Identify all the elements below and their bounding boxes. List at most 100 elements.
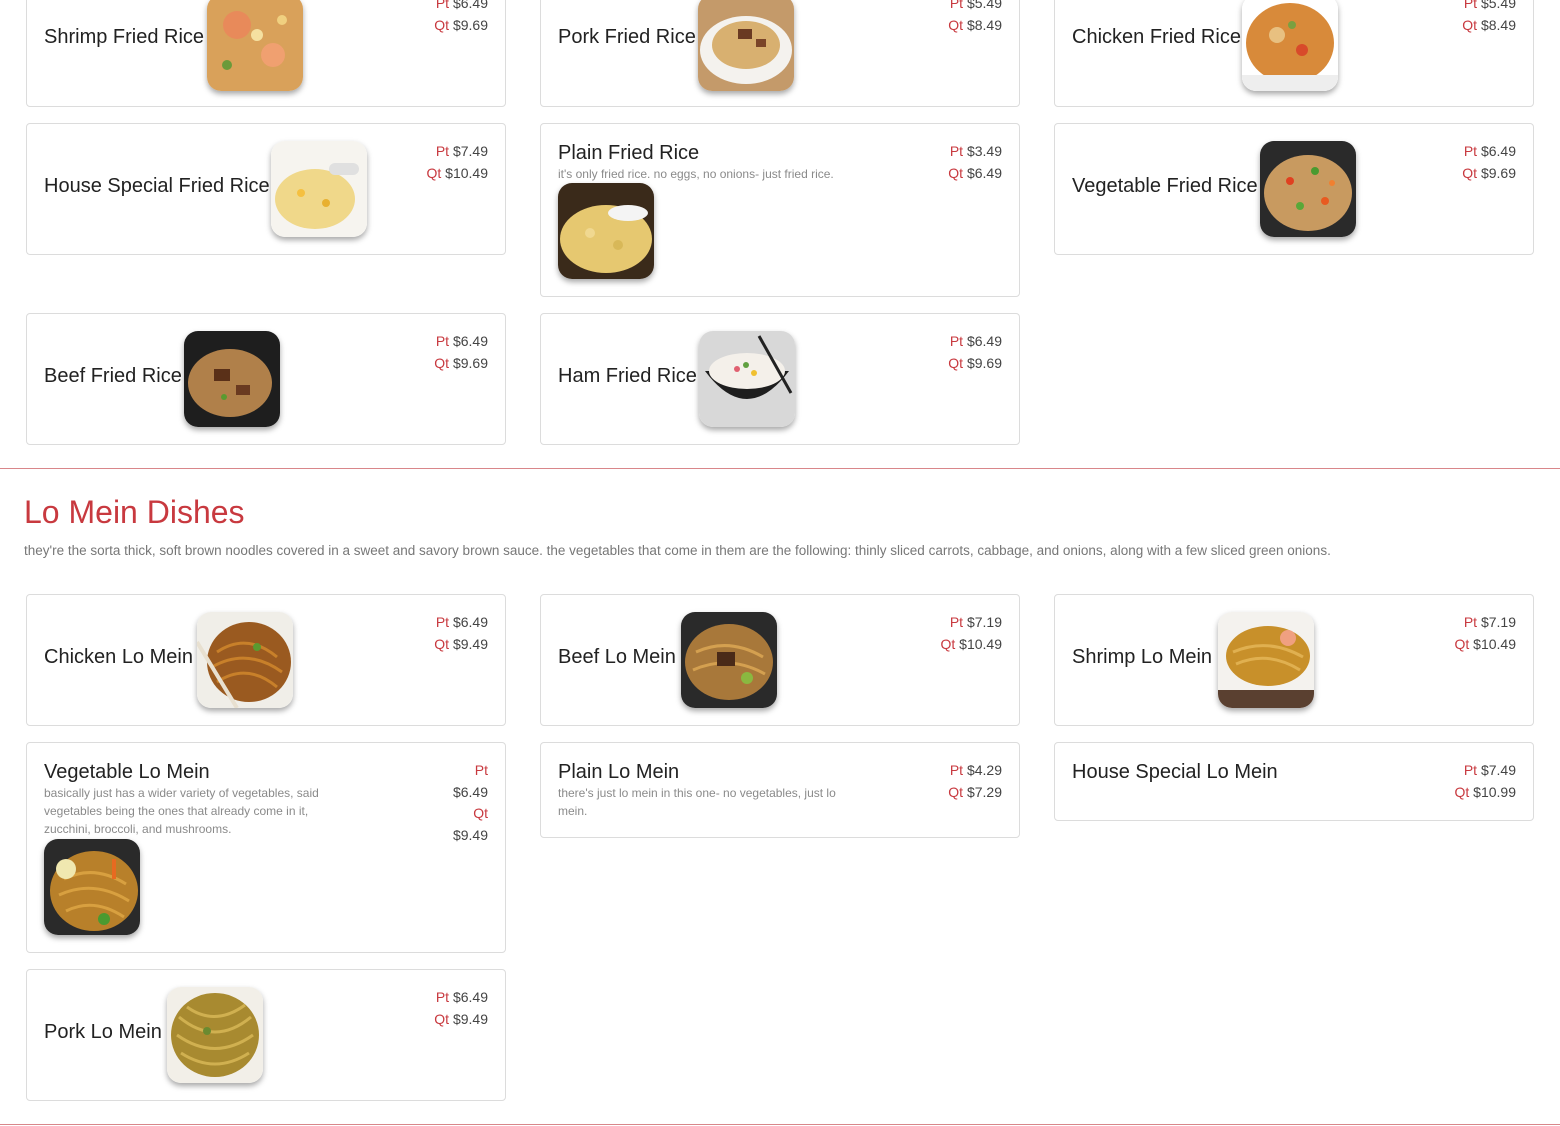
food-photo bbox=[184, 331, 280, 427]
quart-label: Qt bbox=[1454, 635, 1470, 652]
pint-label: Pt bbox=[1463, 0, 1478, 11]
menu-item-card[interactable]: Vegetable Lo Mein basically just has a w… bbox=[26, 742, 506, 953]
pint-price: $6.49 bbox=[452, 614, 488, 630]
item-name: Plain Fried Rice bbox=[558, 142, 700, 164]
quart-label: Qt bbox=[426, 164, 442, 181]
item-name: Ham Fried Rice bbox=[558, 365, 697, 387]
item-name: Pork Lo Mein bbox=[44, 1021, 162, 1043]
quart-label: Qt bbox=[1454, 783, 1470, 800]
menu-item-card[interactable]: House Special Lo Mein Pt $7.49 Qt $10.99 bbox=[1054, 742, 1534, 821]
menu-item-card[interactable]: Beef Fried Rice Pt $6.49 Qt $9.69 bbox=[26, 313, 506, 445]
pint-price: $6.49 bbox=[452, 0, 488, 11]
pint-label: Pt bbox=[949, 0, 964, 11]
item-description: there's just lo mein in this one- no veg… bbox=[558, 786, 836, 818]
quart-label: Qt bbox=[948, 16, 964, 33]
price-list: Pt $6.49 Qt $9.69 bbox=[434, 0, 488, 36]
price-list: Pt $7.49 Qt $10.99 bbox=[1455, 760, 1517, 803]
pint-label: Pt bbox=[435, 614, 450, 630]
quart-price: $8.49 bbox=[1480, 16, 1516, 33]
food-photo bbox=[681, 612, 777, 708]
pint-price: $5.49 bbox=[1480, 0, 1516, 11]
menu-item-card[interactable]: Shrimp Lo Mein Pt $7.19 Qt $10.49 bbox=[1054, 594, 1534, 726]
pint-price: $7.19 bbox=[1480, 614, 1516, 630]
section-title: Lo Mein Dishes bbox=[24, 494, 245, 530]
menu-item-card[interactable]: House Special Fried Rice Pt $7.49 Qt $10… bbox=[26, 123, 506, 255]
menu-item-card[interactable]: Pork Lo Mein Pt $6.49 Qt $9.49 bbox=[26, 969, 506, 1101]
quart-price: $10.49 bbox=[445, 164, 488, 181]
item-name: House Special Fried Rice bbox=[44, 175, 270, 197]
menu-item-card[interactable]: Vegetable Fried Rice Pt $6.49 Qt $9.69 bbox=[1054, 123, 1534, 255]
food-photo bbox=[558, 183, 654, 279]
quart-label: Qt bbox=[434, 635, 450, 652]
price-list: Pt $3.49 Qt $6.49 bbox=[948, 141, 1002, 184]
menu-item-card[interactable]: Ham Fried Rice Pt $6.49 Qt $9.69 bbox=[540, 313, 1020, 445]
item-name: House Special Lo Mein bbox=[1072, 761, 1278, 783]
item-name: Beef Fried Rice bbox=[44, 365, 182, 387]
food-photo bbox=[1218, 612, 1314, 708]
section-divider bbox=[0, 468, 1560, 469]
price-list: Pt $5.49 Qt $8.49 bbox=[1462, 0, 1516, 36]
menu-item-card[interactable]: Chicken Fried Rice Pt $5.49 Qt $8.49 bbox=[1054, 0, 1534, 107]
food-photo bbox=[197, 612, 293, 708]
item-name: Beef Lo Mein bbox=[558, 646, 676, 668]
section-description: they're the sorta thick, soft brown nood… bbox=[24, 543, 1331, 558]
food-photo bbox=[44, 839, 140, 935]
quart-price: $9.49 bbox=[452, 635, 488, 652]
item-name: Shrimp Fried Rice bbox=[44, 26, 205, 48]
quart-price: $6.49 bbox=[966, 164, 1002, 181]
food-photo bbox=[207, 0, 303, 91]
pint-price: $7.49 bbox=[1480, 762, 1516, 778]
quart-label: Qt bbox=[948, 783, 964, 800]
quart-price: $9.69 bbox=[966, 354, 1002, 371]
quart-label: Qt bbox=[940, 635, 956, 652]
price-list: Pt $6.49 Qt $9.69 bbox=[1462, 141, 1516, 184]
quart-price: $10.99 bbox=[1473, 783, 1516, 800]
quart-price: $9.49 bbox=[452, 1010, 488, 1027]
pint-price: $6.49 bbox=[966, 333, 1002, 349]
quart-label: Qt bbox=[948, 354, 964, 371]
quart-price: $9.69 bbox=[1480, 164, 1516, 181]
pint-label: Pt bbox=[1463, 614, 1478, 630]
menu-item-card[interactable]: Plain Lo Mein there's just lo mein in th… bbox=[540, 742, 1020, 838]
menu-item-card[interactable]: Chicken Lo Mein Pt $6.49 Qt $9.49 bbox=[26, 594, 506, 726]
pint-price: $6.49 bbox=[452, 989, 488, 1005]
pint-price: $7.49 bbox=[452, 143, 488, 159]
quart-label: Qt bbox=[948, 164, 964, 181]
price-list: Pt $4.29 Qt $7.29 bbox=[948, 760, 1002, 803]
food-photo bbox=[271, 141, 367, 237]
price-list: Pt $7.19 Qt $10.49 bbox=[1455, 612, 1517, 655]
quart-price: $7.29 bbox=[966, 783, 1002, 800]
item-description: it's only fried rice. no eggs, no onions… bbox=[558, 167, 834, 181]
price-list: Pt $7.49 Qt $10.49 bbox=[427, 141, 489, 184]
item-name: Shrimp Lo Mein bbox=[1072, 646, 1213, 668]
quart-price: $9.49 bbox=[452, 826, 488, 843]
pint-price: $7.19 bbox=[966, 614, 1002, 630]
food-photo bbox=[1242, 0, 1338, 91]
item-description: basically just has a wider variety of ve… bbox=[44, 786, 319, 836]
quart-price: $10.49 bbox=[959, 635, 1002, 652]
pint-label: Pt bbox=[435, 143, 450, 159]
pint-price: $6.49 bbox=[452, 333, 488, 349]
quart-label: Qt bbox=[473, 805, 488, 821]
quart-label: Qt bbox=[434, 16, 450, 33]
section-divider bbox=[0, 1124, 1560, 1125]
pint-price: $6.49 bbox=[452, 783, 488, 800]
item-name: Vegetable Fried Rice bbox=[1072, 175, 1258, 197]
menu-item-card[interactable]: Beef Lo Mein Pt $7.19 Qt $10.49 bbox=[540, 594, 1020, 726]
menu-item-card[interactable]: Plain Fried Rice it's only fried rice. n… bbox=[540, 123, 1020, 297]
food-photo bbox=[698, 0, 794, 91]
quart-price: $8.49 bbox=[966, 16, 1002, 33]
quart-price: $10.49 bbox=[1473, 635, 1516, 652]
quart-price: $9.69 bbox=[452, 16, 488, 33]
item-name: Chicken Fried Rice bbox=[1072, 26, 1241, 48]
food-photo bbox=[1260, 141, 1356, 237]
food-photo bbox=[167, 987, 263, 1083]
price-list: Pt $6.49 Qt $9.49 bbox=[434, 987, 488, 1030]
menu-item-card[interactable]: Shrimp Fried Rice Pt $6.49 Qt $9.69 bbox=[26, 0, 506, 107]
quart-label: Qt bbox=[434, 354, 450, 371]
pint-label: Pt bbox=[949, 333, 964, 349]
menu-item-card[interactable]: Pork Fried Rice Pt $5.49 Qt $8.49 bbox=[540, 0, 1020, 107]
food-photo bbox=[699, 331, 795, 427]
item-name: Chicken Lo Mein bbox=[44, 646, 193, 668]
pint-label: Pt bbox=[1463, 143, 1478, 159]
